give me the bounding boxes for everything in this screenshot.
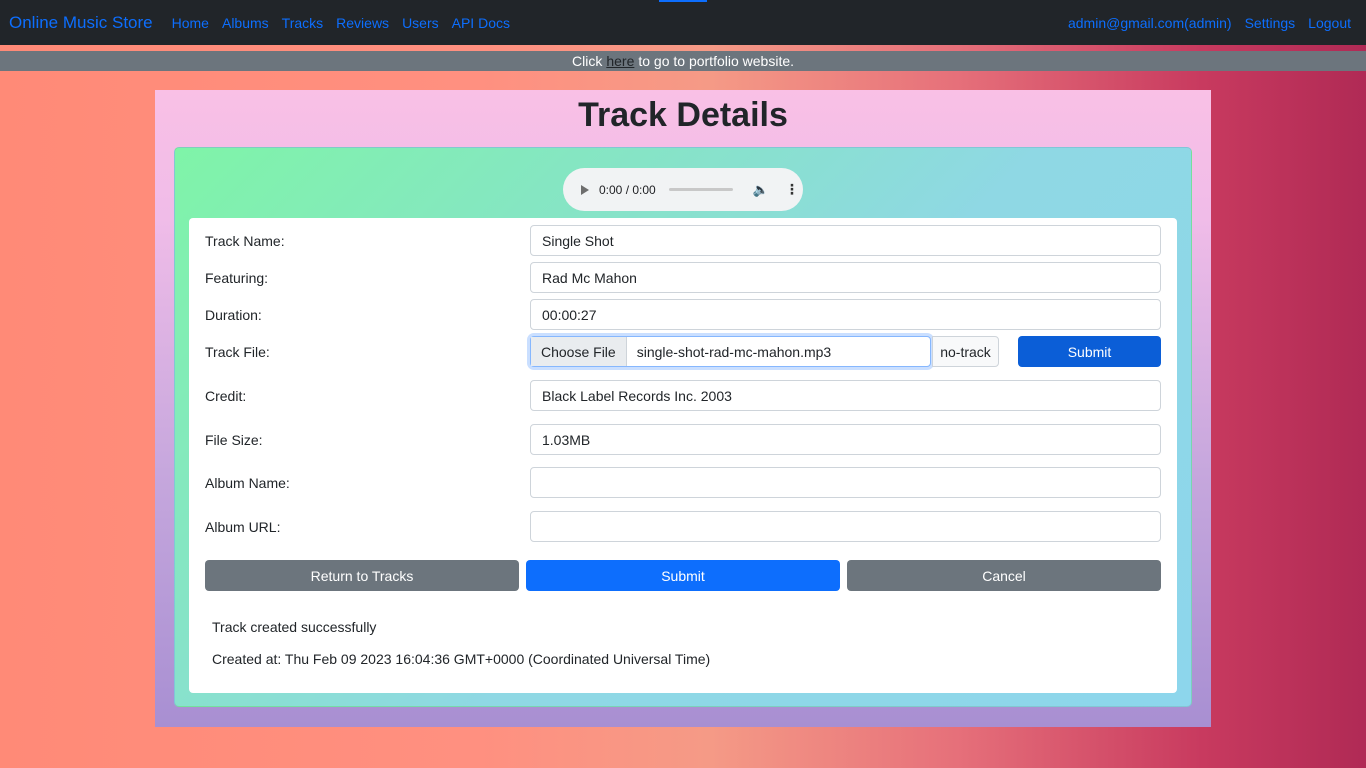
banner-prefix: Click (571, 53, 603, 69)
page-title: Track Details (578, 96, 788, 134)
nav-link-albums[interactable]: Albums (222, 15, 269, 31)
featuring-label: Featuring: (205, 270, 269, 286)
nav-right: admin@gmail.com(admin) Settings Logout (1055, 15, 1351, 31)
audio-player[interactable]: 0:00 / 0:00 🔈 ⋮ (563, 168, 803, 211)
brand-link[interactable]: Online Music Store (9, 13, 153, 33)
track-details-container: Track Details 0:00 / 0:00 🔈 ⋮ Track Name… (155, 90, 1211, 727)
play-icon[interactable] (581, 184, 589, 195)
settings-link[interactable]: Settings (1245, 15, 1296, 31)
top-navbar: Online Music Store Home Albums Tracks Re… (0, 0, 1366, 45)
nav-link-users[interactable]: Users (402, 15, 439, 31)
album-name-input[interactable] (530, 467, 1161, 498)
track-name-input[interactable]: Single Shot (530, 225, 1161, 256)
track-file-input[interactable]: Choose File single-shot-rad-mc-mahon.mp3 (530, 336, 931, 367)
nav-link-home[interactable]: Home (172, 15, 209, 31)
more-vertical-icon[interactable]: ⋮ (785, 181, 799, 198)
status-message: Track created successfully (212, 619, 377, 635)
duration-label: Duration: (205, 307, 262, 323)
credit-input[interactable]: Black Label Records Inc. 2003 (530, 380, 1161, 411)
track-file-label: Track File: (205, 344, 270, 360)
nav-link-api-docs[interactable]: API Docs (452, 15, 510, 31)
submit-button[interactable]: Submit (526, 560, 840, 591)
file-submit-button[interactable]: Submit (1018, 336, 1161, 367)
duration-input[interactable]: 00:00:27 (530, 299, 1161, 330)
user-account-link[interactable]: admin@gmail.com(admin) (1068, 15, 1232, 31)
album-url-label: Album URL: (205, 519, 281, 535)
nav-link-tracks[interactable]: Tracks (282, 15, 323, 31)
track-name-label: Track Name: (205, 233, 285, 249)
nav-link-reviews[interactable]: Reviews (336, 15, 389, 31)
album-name-label: Album Name: (205, 475, 290, 491)
file-size-input[interactable]: 1.03MB (530, 424, 1161, 455)
logout-link[interactable]: Logout (1308, 15, 1351, 31)
track-status-tag: no-track (932, 336, 999, 367)
nav-links: Home Albums Tracks Reviews Users API Doc… (172, 15, 523, 31)
audio-time: 0:00 / 0:00 (599, 182, 656, 197)
volume-icon[interactable]: 🔈 (753, 182, 769, 198)
portfolio-link[interactable]: here (606, 53, 634, 69)
audio-progress-bar[interactable] (668, 188, 733, 191)
featuring-input[interactable]: Rad Mc Mahon (530, 262, 1161, 293)
album-url-input[interactable] (530, 511, 1161, 542)
choose-file-button[interactable]: Choose File (531, 337, 627, 366)
portfolio-banner: Click here to go to portfolio website. (0, 51, 1366, 71)
return-to-tracks-button[interactable]: Return to Tracks (205, 560, 519, 591)
file-size-label: File Size: (205, 432, 263, 448)
track-form: Track Name: Single Shot Featuring: Rad M… (189, 218, 1177, 693)
banner-suffix: to go to portfolio website. (638, 53, 795, 69)
created-at-text: Created at: Thu Feb 09 2023 16:04:36 GMT… (212, 651, 711, 667)
credit-label: Credit: (205, 388, 247, 404)
selected-file-name: single-shot-rad-mc-mahon.mp3 (636, 343, 832, 360)
track-details-card: 0:00 / 0:00 🔈 ⋮ Track Name: Single Shot … (174, 147, 1192, 707)
nav-indicator (659, 0, 707, 2)
cancel-button[interactable]: Cancel (847, 560, 1161, 591)
